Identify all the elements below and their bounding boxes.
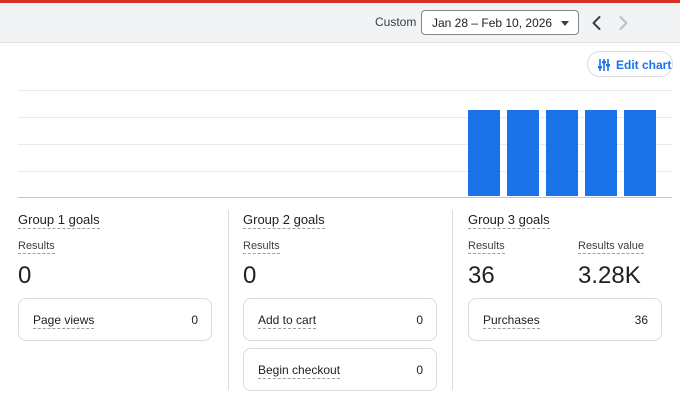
range-type-label: Custom bbox=[375, 15, 417, 29]
results-label[interactable]: Results bbox=[243, 240, 280, 254]
tune-sliders-icon bbox=[598, 59, 610, 71]
date-range-value: Jan 28 – Feb 10, 2026 bbox=[432, 16, 553, 30]
event-card-begin-checkout[interactable]: Begin checkout 0 bbox=[243, 348, 437, 391]
edit-chart-button[interactable]: Edit chart bbox=[587, 51, 673, 77]
chart-bar[interactable] bbox=[507, 110, 539, 196]
goal-group-title[interactable]: Group 1 goals bbox=[18, 212, 100, 229]
results-value: 0 bbox=[18, 262, 32, 289]
column-divider bbox=[228, 210, 229, 390]
goals-chart-svg bbox=[18, 90, 672, 198]
event-count: 0 bbox=[416, 313, 423, 327]
goal-group-3: Group 3 goals Results 36 Results value 3… bbox=[468, 210, 662, 392]
event-count: 0 bbox=[416, 363, 423, 377]
column-divider bbox=[452, 210, 453, 390]
chevron-right-icon bbox=[619, 16, 628, 30]
goal-group-1: Group 1 goals Results 0 Page views 0 bbox=[18, 210, 212, 392]
event-name: Begin checkout bbox=[258, 363, 341, 379]
event-name: Add to cart bbox=[258, 313, 317, 329]
event-name: Page views bbox=[33, 313, 95, 329]
goals-chart bbox=[18, 90, 672, 198]
previous-period-button[interactable] bbox=[586, 12, 608, 34]
chevron-left-icon bbox=[592, 16, 601, 30]
date-range-header: Custom Jan 28 – Feb 10, 2026 bbox=[0, 3, 680, 43]
goal-group-title[interactable]: Group 3 goals bbox=[468, 212, 550, 229]
event-count: 0 bbox=[191, 313, 198, 327]
goal-group-title[interactable]: Group 2 goals bbox=[243, 212, 325, 229]
event-card-page-views[interactable]: Page views 0 bbox=[18, 298, 212, 341]
next-period-button[interactable] bbox=[612, 12, 634, 34]
results-value: 0 bbox=[243, 262, 257, 289]
goal-group-2: Group 2 goals Results 0 Add to cart 0 Be… bbox=[243, 210, 437, 392]
event-card-purchases[interactable]: Purchases 36 bbox=[468, 298, 662, 341]
results-label[interactable]: Results bbox=[18, 240, 55, 254]
results-label[interactable]: Results bbox=[468, 240, 505, 254]
dropdown-caret-icon bbox=[561, 21, 569, 26]
edit-chart-label: Edit chart bbox=[616, 58, 672, 72]
chart-bar[interactable] bbox=[468, 110, 500, 196]
event-name: Purchases bbox=[483, 313, 540, 329]
results-value: 36 bbox=[468, 262, 495, 289]
chart-bar[interactable] bbox=[624, 110, 656, 196]
event-card-add-to-cart[interactable]: Add to cart 0 bbox=[243, 298, 437, 341]
results-value-amount: 3.28K bbox=[578, 262, 641, 289]
chart-bar[interactable] bbox=[546, 110, 578, 196]
event-count: 36 bbox=[634, 313, 648, 327]
date-range-select[interactable]: Jan 28 – Feb 10, 2026 bbox=[421, 10, 579, 35]
chart-bar[interactable] bbox=[585, 110, 617, 196]
results-value-label[interactable]: Results value bbox=[578, 240, 645, 254]
